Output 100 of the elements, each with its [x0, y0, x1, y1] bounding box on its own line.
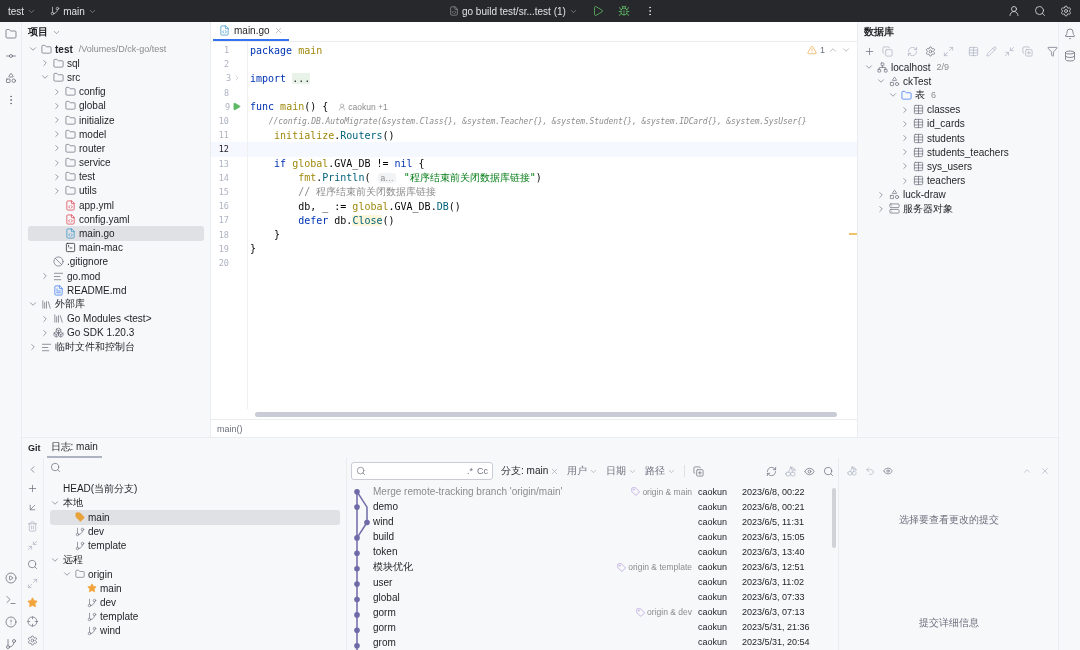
tree-item[interactable]: luck-draw: [864, 187, 1052, 202]
run-configuration[interactable]: go build test/sr...test (1): [448, 5, 578, 17]
branch-item[interactable]: template: [50, 538, 340, 553]
problems-icon[interactable]: [4, 616, 17, 628]
branch-item[interactable]: 远程: [50, 552, 340, 568]
locate-icon[interactable]: [27, 616, 38, 627]
bell-icon[interactable]: [1063, 28, 1076, 40]
collapsed-chevron-icon[interactable]: [52, 86, 62, 97]
tree-item[interactable]: classes: [864, 102, 1052, 117]
tree-item[interactable]: utils: [28, 183, 204, 199]
tree-item[interactable]: sys_users: [864, 159, 1052, 174]
table-icon[interactable]: [968, 45, 979, 57]
star-icon[interactable]: [27, 597, 38, 608]
edit-icon[interactable]: [986, 45, 997, 57]
checkout-icon[interactable]: [27, 502, 38, 513]
tree-item[interactable]: main-mac: [28, 240, 204, 255]
filter-icon[interactable]: [1047, 45, 1058, 57]
tree-item[interactable]: src: [28, 70, 204, 85]
collapsed-chevron-icon[interactable]: [900, 161, 910, 172]
cherry-pick-icon[interactable]: [785, 465, 796, 477]
tree-item[interactable]: config.yaml: [28, 212, 204, 227]
branch-item[interactable]: template: [50, 609, 340, 624]
collapsed-chevron-icon[interactable]: [900, 104, 910, 115]
commit-message[interactable]: token: [373, 546, 692, 558]
tree-item[interactable]: ckTest: [864, 74, 1052, 89]
search-icon[interactable]: [27, 559, 38, 570]
tree-item[interactable]: go.mod: [28, 269, 204, 284]
branch-item[interactable]: main: [50, 510, 340, 525]
collapsed-chevron-icon[interactable]: [52, 115, 62, 126]
tree-item[interactable]: .gitignore: [28, 254, 204, 269]
commit-message[interactable]: grom: [373, 637, 692, 648]
branch-item[interactable]: main: [50, 581, 340, 596]
collapsed-chevron-icon[interactable]: [52, 157, 62, 168]
collapsed-chevron-icon[interactable]: [876, 203, 886, 214]
tree-item[interactable]: students: [864, 130, 1052, 146]
refresh-icon[interactable]: [907, 45, 918, 57]
search-icon[interactable]: [1034, 5, 1046, 17]
expand-icon[interactable]: [27, 578, 38, 589]
collapsed-chevron-icon[interactable]: [52, 185, 62, 196]
tree-item[interactable]: teachers: [864, 173, 1052, 188]
collapsed-chevron-icon[interactable]: [52, 171, 62, 182]
tree-item[interactable]: 服务器对象: [864, 201, 1052, 217]
tree-item[interactable]: config: [28, 84, 204, 99]
add-icon[interactable]: [27, 483, 38, 494]
commit-message[interactable]: build: [373, 531, 692, 543]
structure-icon[interactable]: [4, 72, 17, 84]
case-toggle[interactable]: Cc: [477, 466, 488, 476]
tree-item[interactable]: global: [28, 98, 204, 113]
collapsed-chevron-icon[interactable]: [40, 327, 50, 338]
add-icon[interactable]: [864, 45, 875, 57]
commit-message[interactable]: demo: [373, 501, 692, 513]
collapsed-chevron-icon[interactable]: [876, 189, 886, 200]
folder-icon[interactable]: [4, 28, 17, 40]
database-icon[interactable]: [1063, 50, 1076, 62]
git-icon[interactable]: [4, 638, 17, 650]
tree-item[interactable]: README.md: [28, 283, 204, 298]
editor-tab[interactable]: main.go: [213, 22, 289, 41]
tree-item[interactable]: service: [28, 155, 204, 170]
collapsed-chevron-icon[interactable]: [52, 100, 62, 111]
search-field[interactable]: .* Cc: [351, 462, 493, 480]
collapsed-chevron-icon[interactable]: [40, 313, 50, 324]
filter-dropdown[interactable]: 日期: [606, 464, 638, 478]
tree-item[interactable]: localhost 2/9: [864, 60, 1052, 75]
close-icon[interactable]: [1040, 466, 1050, 476]
branch-item[interactable]: origin: [50, 567, 340, 582]
tree-item[interactable]: initialize: [28, 112, 204, 128]
debug-icon[interactable]: [617, 5, 630, 17]
collapsed-chevron-icon[interactable]: [900, 133, 910, 144]
regex-toggle[interactable]: .*: [467, 466, 473, 476]
branch-item[interactable]: wind: [50, 623, 340, 639]
tree-item[interactable]: 外部库: [28, 297, 204, 312]
tree-item[interactable]: Go Modules <test>: [28, 311, 204, 326]
scrollbar[interactable]: [255, 411, 837, 417]
commit-message[interactable]: gorm: [373, 621, 692, 633]
revert-icon[interactable]: [865, 466, 875, 476]
branch-switcher[interactable]: main: [50, 5, 97, 17]
collapse-icon[interactable]: [1022, 466, 1032, 476]
tree-item[interactable]: sql: [28, 56, 204, 71]
tree-item[interactable]: model: [28, 127, 204, 142]
tree-item[interactable]: id_cards: [864, 116, 1052, 131]
search-icon[interactable]: [823, 465, 834, 477]
tree-item[interactable]: router: [28, 141, 204, 156]
commit-message[interactable]: wind: [373, 516, 692, 528]
filter-dropdown[interactable]: 路径: [645, 464, 677, 478]
tree-item[interactable]: students_teachers: [864, 145, 1052, 160]
collapsed-chevron-icon[interactable]: [900, 175, 910, 186]
branch-item[interactable]: 本地: [50, 496, 340, 511]
previous-icon[interactable]: [828, 45, 838, 55]
cherry-pick-icon[interactable]: [847, 466, 857, 476]
delete-icon[interactable]: [27, 521, 38, 532]
commit-message[interactable]: global: [373, 591, 692, 603]
tree-item[interactable]: 表 6: [864, 88, 1052, 103]
user-icon[interactable]: [1008, 5, 1020, 17]
commit-message[interactable]: gorm: [373, 606, 631, 618]
commit-message[interactable]: user: [373, 576, 692, 588]
log-tab[interactable]: 日志: main: [46, 438, 102, 458]
collapsed-chevron-icon[interactable]: [900, 147, 910, 158]
tree-item[interactable]: test /Volumes/D/ck-go/test: [28, 42, 204, 57]
tree-item[interactable]: test: [28, 169, 204, 184]
collapsed-chevron-icon[interactable]: [900, 118, 910, 129]
